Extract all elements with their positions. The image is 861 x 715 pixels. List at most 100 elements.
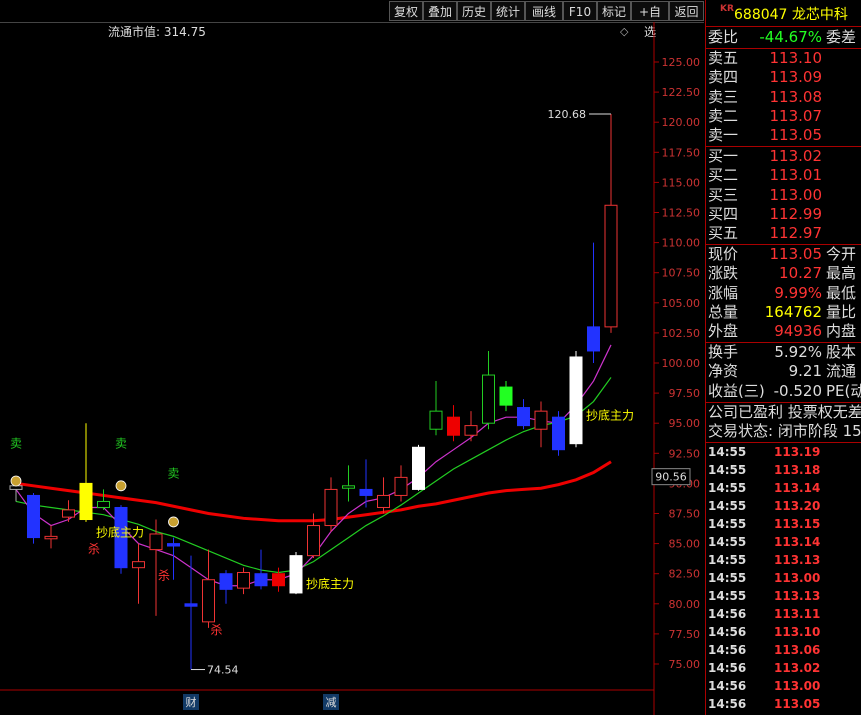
tick-time: 14:56 — [708, 679, 747, 694]
y-tick-label: 75.00 — [669, 658, 701, 671]
row-label: 委比 — [708, 28, 739, 46]
row-label: 卖二 — [708, 106, 739, 125]
back-button[interactable]: 返回 — [669, 1, 704, 21]
quote-row: 外盘 94936 内盘 — [706, 322, 861, 341]
tick-row: 14:55 113.18 — [706, 461, 861, 479]
tick-row: 14:56 113.06 — [706, 641, 861, 659]
chart-annotation: 抄底主力 — [586, 408, 634, 423]
statistics-button[interactable]: 统计 — [491, 1, 525, 21]
row-value: 10.27 — [779, 264, 822, 283]
event-marker-label: 财 — [186, 695, 197, 709]
bid-row: 买五 112.97 — [706, 224, 861, 243]
candle-body — [464, 425, 478, 436]
tick-price: 113.00 — [774, 679, 821, 694]
row-value: 112.99 — [769, 204, 823, 223]
y-tick-label: 112.50 — [662, 207, 701, 220]
row-label: 现价 — [708, 245, 739, 264]
max-price-label: 120.68 — [548, 108, 587, 121]
tick-row: 14:55 113.15 — [706, 515, 861, 533]
candle-body — [219, 573, 233, 590]
overlay-button[interactable]: 叠加 — [423, 1, 457, 21]
row-label: 买三 — [708, 185, 739, 204]
row-label: 买二 — [708, 166, 739, 185]
bid-row: 买一 113.02 — [706, 147, 861, 166]
f10-button[interactable]: F10 — [563, 1, 597, 21]
tick-time: 14:55 — [708, 571, 747, 586]
candle-body — [482, 374, 495, 424]
candle-body — [429, 410, 443, 430]
candle-body — [517, 407, 530, 427]
history-button[interactable]: 历史 — [457, 1, 491, 21]
ask-row: 卖五 113.10 — [706, 49, 861, 68]
candle-body — [587, 326, 600, 352]
row-value: -44.67% — [759, 28, 822, 46]
bid-row: 买三 113.00 — [706, 186, 861, 205]
tick-time: 14:55 — [708, 553, 747, 568]
money-bag-icon — [10, 475, 22, 487]
restore-rights-button[interactable]: 复权 — [389, 1, 423, 21]
tick-time: 14:55 — [708, 481, 747, 496]
candle-body — [412, 446, 425, 490]
row-label: 买五 — [708, 224, 739, 242]
tick-row: 14:55 113.13 — [706, 587, 861, 605]
add-watchlist-button[interactable]: +自选 — [631, 1, 669, 39]
row-value: 113.08 — [769, 87, 823, 106]
candle-body — [499, 386, 513, 406]
tick-price: 113.15 — [774, 517, 821, 532]
min-price-label: 74.54 — [207, 664, 239, 677]
y-tick-label: 122.50 — [662, 86, 701, 99]
row-value: 5.92% — [774, 343, 822, 362]
y-tick-label: 105.00 — [662, 297, 701, 310]
chart-annotation: 卖 — [167, 466, 179, 480]
stock-code-name[interactable]: 688047 龙芯中科 — [734, 4, 848, 24]
tick-time: 14:55 — [708, 499, 747, 514]
tick-price: 113.05 — [774, 697, 821, 712]
chart-annotation: 杀 — [158, 568, 170, 583]
candle-body — [202, 579, 215, 623]
y-tick-label: 125.00 — [662, 56, 701, 69]
bid-row: 买四 112.99 — [706, 205, 861, 224]
row-right-label: PE(动 — [826, 381, 861, 400]
row-value: 113.10 — [769, 49, 823, 68]
tick-price: 113.20 — [774, 499, 821, 514]
tick-time: 14:56 — [708, 661, 747, 676]
row-value: 164762 — [764, 302, 822, 321]
row-value: 113.01 — [769, 166, 823, 185]
row-value: 113.09 — [769, 68, 823, 87]
candlestick-chart[interactable]: 75.0077.5080.0082.5085.0087.5090.0092.50… — [0, 22, 704, 715]
y-tick-label: 82.50 — [669, 568, 701, 581]
y-tick-label: 110.00 — [662, 237, 701, 250]
candle-body — [534, 410, 548, 430]
candle-body — [359, 488, 373, 496]
row-value: 113.07 — [769, 106, 823, 125]
quote-panel: KR 688047 龙芯中科 委比 -44.67% 委差 卖五 113.10 卖四 113.… — [705, 0, 861, 715]
candle-body — [62, 509, 75, 518]
status-note: 公司已盈利 投票权无差 — [706, 403, 861, 422]
y-tick-label: 107.50 — [662, 267, 701, 280]
candle-body — [237, 571, 250, 589]
row-label: 涨跌 — [708, 264, 739, 283]
row-label: 换手 — [708, 343, 739, 362]
candle-body — [377, 494, 390, 508]
bid-row: 买二 113.01 — [706, 166, 861, 185]
row-label: 买一 — [708, 147, 739, 166]
chart-annotation: 杀 — [211, 622, 223, 637]
candle-body — [394, 476, 408, 496]
row-label: 买四 — [708, 204, 739, 223]
tick-row: 14:55 113.13 — [706, 551, 861, 569]
mark-button[interactable]: 标记 — [597, 1, 631, 21]
row-right-label: 量比 — [826, 302, 857, 321]
tick-row: 14:55 113.00 — [706, 569, 861, 587]
draw-line-button[interactable]: 画线 — [525, 1, 563, 21]
stock-header: KR 688047 龙芯中科 — [706, 0, 861, 27]
y-tick-label: 92.50 — [669, 447, 701, 460]
chart-annotation: 抄底主力 — [96, 524, 144, 539]
candle-body — [324, 488, 338, 527]
row-right-label: 最高 — [826, 264, 857, 283]
y-tick-label: 100.00 — [662, 357, 701, 370]
current-price-label: 90.56 — [655, 471, 687, 484]
event-marker-label: 减 — [326, 696, 337, 709]
row-value: 94936 — [774, 322, 822, 340]
ask-row: 卖四 113.09 — [706, 68, 861, 87]
y-tick-label: 117.50 — [662, 146, 701, 159]
